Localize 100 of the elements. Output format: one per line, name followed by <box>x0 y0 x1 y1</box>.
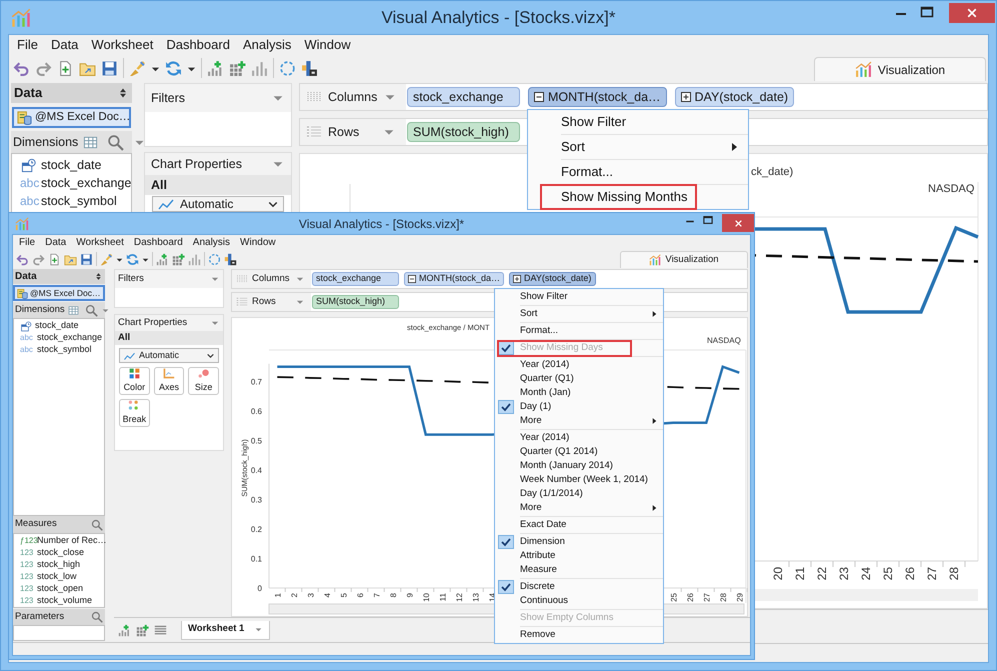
menu-item[interactable]: Show Filter <box>528 110 748 134</box>
search-icon[interactable] <box>91 518 103 530</box>
bar-chart-icon[interactable] <box>251 60 268 76</box>
grid-plus-icon[interactable] <box>229 60 246 76</box>
search-icon[interactable] <box>107 134 124 150</box>
field-name[interactable]: stock_exchange <box>37 331 102 345</box>
data-source-item[interactable]: @MS Excel Doc… <box>13 285 105 301</box>
new-file-icon[interactable] <box>57 60 74 76</box>
shelf-pill[interactable]: DAY(stock_date) <box>674 87 794 107</box>
mark-type-dropdown[interactable]: Automatic <box>119 348 219 363</box>
bar-chart-plus-icon[interactable] <box>207 60 224 76</box>
table-icon[interactable] <box>83 134 98 150</box>
menu-bar-item[interactable]: Data <box>50 35 78 55</box>
menu-item[interactable]: Year (2014) <box>495 431 663 445</box>
menu-bar-item[interactable]: Analysis <box>242 35 292 55</box>
menu-bar-item[interactable]: File <box>17 35 38 55</box>
field-name[interactable]: stock_open <box>37 582 84 596</box>
field-name[interactable]: stock_symbol <box>37 343 92 357</box>
menu-item[interactable]: Exact Date <box>495 518 663 532</box>
menu-item[interactable]: Format... <box>495 324 663 338</box>
menu-item[interactable]: Year (2014) <box>495 358 663 372</box>
menu-bar-item[interactable]: File <box>19 235 36 250</box>
redo-icon[interactable] <box>35 60 52 76</box>
bar-chart-icon[interactable] <box>188 252 201 266</box>
field-name[interactable]: stock_volume <box>37 594 92 608</box>
list-icon[interactable] <box>154 624 167 636</box>
field-name[interactable]: stock_symbol <box>41 192 117 210</box>
menu-item[interactable]: More <box>495 414 663 428</box>
menu-item[interactable]: Day (1/1/2014) <box>495 487 663 501</box>
menu-bar-item[interactable]: Worksheet <box>91 35 154 55</box>
table-icon[interactable] <box>68 304 79 316</box>
maximize-icon[interactable] <box>702 214 714 226</box>
shelf-pill[interactable]: DAY(stock_date) <box>509 272 596 286</box>
menu-item[interactable]: Discrete <box>495 580 663 594</box>
new-file-icon[interactable] <box>48 252 61 266</box>
field-name[interactable]: Number of Rec… <box>37 534 107 548</box>
maximize-icon[interactable] <box>919 4 935 20</box>
menu-item[interactable]: Sort <box>495 307 663 321</box>
menu-item[interactable]: Show Filter <box>495 290 663 304</box>
menu-item[interactable]: Day (1) <box>495 400 663 414</box>
shelf-pill[interactable]: MONTH(stock_da… <box>404 272 504 286</box>
open-folder-icon[interactable] <box>64 252 77 266</box>
brush-icon[interactable] <box>129 60 146 76</box>
collapse-icon[interactable] <box>534 92 544 102</box>
menu-item[interactable]: Quarter (Q1) <box>495 372 663 386</box>
close-button[interactable] <box>949 3 995 23</box>
expand-icon[interactable] <box>680 92 691 102</box>
menu-item[interactable]: Remove <box>495 628 663 642</box>
field-name[interactable]: stock_high <box>37 558 80 572</box>
field-name[interactable]: stock_close <box>37 546 84 560</box>
menu-item[interactable]: More <box>495 501 663 515</box>
search-icon[interactable] <box>84 304 98 316</box>
mark-type-dropdown[interactable]: Automatic <box>152 196 284 212</box>
field-name[interactable]: stock_low <box>37 570 77 584</box>
menu-bar-item[interactable]: Analysis <box>192 235 230 250</box>
menu-item[interactable]: Week Number (Week 1, 2014) <box>495 473 663 487</box>
sort-arrows-icon[interactable] <box>117 87 129 99</box>
close-button[interactable] <box>722 214 754 232</box>
menu-bar-item[interactable]: Worksheet <box>76 235 124 250</box>
shelf-pill[interactable]: MONTH(stock_da… <box>528 87 667 107</box>
undo-icon[interactable] <box>13 60 30 76</box>
collapse-icon[interactable] <box>408 275 416 283</box>
menu-item[interactable]: Show Missing Months <box>528 185 748 209</box>
expand-icon[interactable] <box>513 275 522 283</box>
menu-item[interactable]: Month (January 2014) <box>495 459 663 473</box>
break-button[interactable]: Break <box>119 399 150 427</box>
sort-arrows-icon[interactable] <box>94 272 103 281</box>
sheet-tab[interactable]: Worksheet 1 <box>181 620 270 640</box>
grid-plus-icon[interactable] <box>172 252 185 266</box>
save-icon[interactable] <box>101 60 118 76</box>
shelf-pill[interactable]: SUM(stock_high) <box>407 122 520 142</box>
redo-icon[interactable] <box>32 252 45 266</box>
field-name[interactable]: stock_exchange <box>41 174 132 192</box>
size-button[interactable]: Size <box>188 367 219 395</box>
menu-item[interactable]: Sort <box>528 135 748 159</box>
data-source-item[interactable]: @MS Excel Doc… <box>12 107 131 128</box>
bar-chart-plus-icon[interactable] <box>118 624 131 636</box>
undo-icon[interactable] <box>16 252 29 266</box>
menu-item[interactable]: Continuous <box>495 594 663 608</box>
menu-item[interactable]: Attribute <box>495 549 663 563</box>
field-name[interactable]: stock_date <box>35 319 79 333</box>
bar-chart-plus-icon[interactable] <box>156 252 169 266</box>
menu-bar-item[interactable]: Dashboard <box>134 235 183 250</box>
view-tab[interactable]: Visualization <box>814 57 986 81</box>
chart-lock-icon[interactable] <box>224 252 237 266</box>
menu-bar-item[interactable]: Window <box>304 35 351 55</box>
shelf-pill[interactable]: SUM(stock_high) <box>312 295 399 309</box>
field-name[interactable]: stock_date <box>41 156 102 174</box>
shelf-pill[interactable]: stock_exchange <box>312 272 399 286</box>
search-icon[interactable] <box>91 611 103 623</box>
menu-bar-item[interactable]: Window <box>240 235 276 250</box>
chart-lock-icon[interactable] <box>301 60 318 76</box>
menu-item[interactable]: Quarter (Q1 2014) <box>495 445 663 459</box>
view-tab[interactable]: Visualization <box>620 251 748 268</box>
menu-bar-item[interactable]: Dashboard <box>166 35 230 55</box>
grid-plus-icon[interactable] <box>136 624 149 636</box>
dashed-circle-icon[interactable] <box>279 60 296 76</box>
menu-item[interactable]: Dimension <box>495 535 663 549</box>
axes-button[interactable]: Axes <box>154 367 184 395</box>
menu-item[interactable]: Measure <box>495 563 663 577</box>
